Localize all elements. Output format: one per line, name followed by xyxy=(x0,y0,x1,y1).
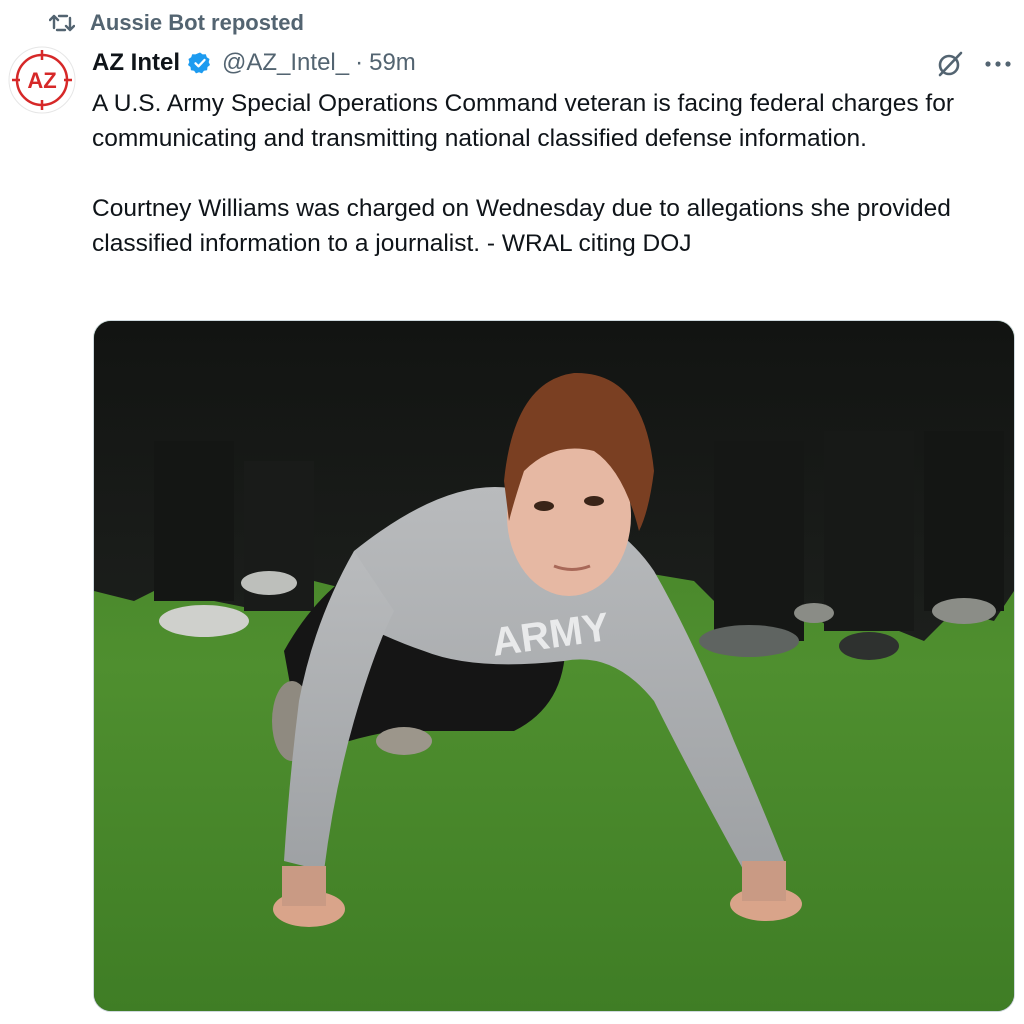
tweet-header: AZ Intel @AZ_Intel_ · 59m xyxy=(92,46,416,80)
repost-indicator[interactable]: Aussie Bot reposted xyxy=(48,8,304,38)
photo: ARMY xyxy=(94,321,1014,1011)
verified-badge-icon xyxy=(188,51,212,75)
grok-button[interactable] xyxy=(930,46,970,82)
grok-icon xyxy=(938,51,963,77)
more-options-button[interactable] xyxy=(978,46,1018,82)
author-handle[interactable]: @AZ_Intel_ xyxy=(222,49,349,77)
tweet-paragraph-2: Courtney Williams was charged on Wednesd… xyxy=(92,195,951,257)
tweet-media-photo[interactable]: ARMY xyxy=(93,320,1015,1012)
repost-label[interactable]: Aussie Bot reposted xyxy=(90,10,304,36)
tweet-paragraph-1: A U.S. Army Special Operations Command v… xyxy=(92,90,954,152)
tweet-text: A U.S. Army Special Operations Command v… xyxy=(92,86,1022,261)
author-display-name[interactable]: AZ Intel xyxy=(92,49,180,77)
post-timestamp[interactable]: 59m xyxy=(369,49,416,77)
separator-dot: · xyxy=(355,49,364,76)
avatar[interactable]: AZ xyxy=(8,46,76,114)
more-options-icon xyxy=(985,61,1011,67)
avatar-logo-text: AZ xyxy=(27,68,56,93)
repost-icon xyxy=(48,11,76,35)
